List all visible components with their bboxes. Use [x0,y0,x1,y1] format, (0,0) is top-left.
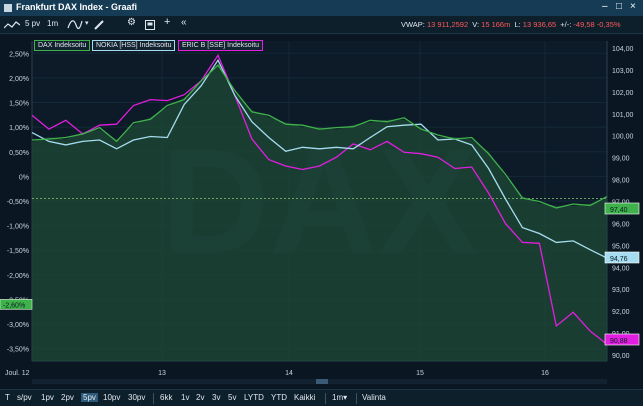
quote-summary: VWAP: 13 911,2592 V: 15 166m L: 13 936,6… [401,20,621,29]
period-2v[interactable]: 2v [196,393,204,402]
period-valinta[interactable]: Valinta [362,393,386,402]
x-axis-tick: 13 [158,370,166,377]
last-value-text: 94,76 [610,256,628,263]
left-axis-tick: 0% [19,174,29,181]
legend-ericb[interactable]: ERIC B [SSE] Indeksoitu [178,40,264,51]
left-axis-tick: -0,50% [7,199,29,206]
change-label: +/-: [560,20,572,29]
right-axis-tick: 92,00 [612,309,630,316]
right-axis-tick: 104,00 [612,46,634,53]
period-1pv[interactable]: 1pv [41,393,54,402]
legend-nokia[interactable]: NOKIA [HSS] Indeksoitu [92,40,176,51]
right-axis-tick: 98,00 [612,178,630,185]
close-button[interactable]: × [630,1,636,12]
period-3v[interactable]: 3v [212,393,220,402]
minimize-button[interactable]: – [602,1,608,12]
indicator-dropdown-icon[interactable]: ▾ [85,19,89,27]
right-axis-tick: 90,00 [612,353,630,360]
right-axis-tick: 100,00 [612,134,634,141]
left-axis-tick: -2,00% [7,273,29,280]
window-icon [4,4,12,12]
t-button[interactable]: T [5,393,10,402]
period-2pv[interactable]: 2pv [61,393,74,402]
line-chart-icon[interactable] [4,21,20,29]
right-axis-tick: 102,00 [612,90,634,97]
legend-dax[interactable]: DAX Indeksoitu [34,40,91,51]
period-5v[interactable]: 5v [228,393,236,402]
change-percent: -0,35% [596,20,621,29]
left-axis-tick: 2,50% [9,51,29,58]
left-axis-tick: -3,00% [7,322,29,329]
draw-pen-icon[interactable] [94,20,104,30]
separator [325,393,326,404]
resolution-dropdown[interactable]: 1m▾ [332,393,347,402]
right-axis-tick: 96,00 [612,221,630,228]
chart-toolbar: 5 pv 1m ▾ ⚙ + « VWAP: 13 911,2592 V: 15 … [0,16,643,34]
scrollbar-thumb[interactable] [316,379,328,384]
right-axis-tick: 101,00 [612,112,634,119]
period-6kk[interactable]: 6kk [160,393,172,402]
period-10pv[interactable]: 10pv [103,393,120,402]
window-title: Frankfurt DAX Index - Graafi [16,2,138,12]
period-5pv[interactable]: 5pv [81,393,98,402]
separator [356,393,357,404]
x-axis-tick: 16 [541,370,549,377]
period-s-pv[interactable]: s/pv [17,393,32,402]
left-axis-tick: -3,50% [7,347,29,354]
left-axis-tick: 2,00% [9,76,29,83]
settings-gear-icon[interactable]: ⚙ [127,17,136,28]
separator [153,393,154,404]
period-lytd[interactable]: LYTD [244,393,264,402]
left-axis-tick: -1,00% [7,224,29,231]
interval-select[interactable]: 5 pv [25,19,40,28]
last-value-text: 90,88 [610,338,628,345]
last-value: 13 936,65 [522,20,557,29]
volume-value: 15 166m [481,20,511,29]
volume-label: V: [472,20,480,29]
x-axis-tick: Joul. 12 [5,370,30,377]
title-bar: Frankfurt DAX Index - Graafi – □ × [0,0,643,16]
right-axis-tick: 93,00 [612,287,630,294]
left-axis-tick: 1,50% [9,101,29,108]
last-value-text: 97,40 [610,207,628,214]
left-axis-tick: 0,50% [9,150,29,157]
vwap-value: 13 911,2592 [427,20,469,29]
right-axis-tick: 99,00 [612,156,630,163]
add-icon[interactable]: + [164,16,170,28]
period-30pv[interactable]: 30pv [128,393,145,402]
period-bar: T s/pv 1pv 2pv 5pv 10pv 30pv 6kk 1v 2v 3… [0,389,643,406]
left-axis-tick: 1,00% [9,125,29,132]
x-axis-tick: 14 [285,370,293,377]
collapse-icon[interactable]: « [181,17,187,28]
indicator-icon[interactable] [67,19,83,30]
right-axis-tick: 95,00 [612,243,630,250]
period-ytd[interactable]: YTD [271,393,287,402]
price-chart[interactable]: DAX2,50%2,00%1,50%1,00%0,50%0%-0,50%-1,0… [0,35,643,389]
save-icon[interactable] [145,20,155,30]
last-label: L: [514,20,521,29]
vwap-label: VWAP: [401,20,425,29]
period-1v[interactable]: 1v [181,393,189,402]
right-axis-tick: 103,00 [612,68,634,75]
chart-area[interactable]: DAX2,50%2,00%1,50%1,00%0,50%0%-0,50%-1,0… [0,35,643,389]
left-axis-tick: -1,50% [7,248,29,255]
change-value: -49,58 [573,20,595,29]
x-axis-tick: 15 [416,370,424,377]
resolution-select[interactable]: 1m [47,19,58,28]
maximize-button[interactable]: □ [616,1,622,12]
left-current-marker-text: -2,60% [3,302,25,309]
right-axis-tick: 94,00 [612,265,630,272]
period-kaikki[interactable]: Kaikki [294,393,315,402]
